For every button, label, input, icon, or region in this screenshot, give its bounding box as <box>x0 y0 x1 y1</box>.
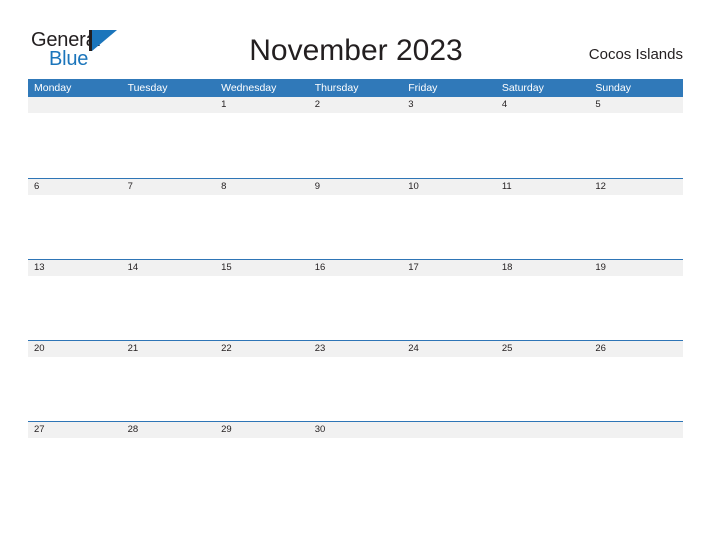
day-cell[interactable] <box>122 97 216 113</box>
day-cell[interactable]: 29 <box>215 422 309 438</box>
day-number-band: 13 14 15 16 17 18 19 <box>28 260 683 276</box>
day-cell[interactable]: 17 <box>402 260 496 276</box>
day-number-band: 20 21 22 23 24 25 26 <box>28 341 683 357</box>
day-cell[interactable]: 2 <box>309 97 403 113</box>
day-cell[interactable]: 10 <box>402 179 496 195</box>
day-cell[interactable] <box>402 422 496 438</box>
week-row: 6 7 8 9 10 11 12 <box>28 178 683 259</box>
day-cell[interactable]: 25 <box>496 341 590 357</box>
day-cell[interactable]: 22 <box>215 341 309 357</box>
calendar-grid: Monday Tuesday Wednesday Thursday Friday… <box>28 79 683 502</box>
day-cell[interactable]: 19 <box>589 260 683 276</box>
day-number-band: 27 28 29 30 <box>28 422 683 438</box>
week-row: 13 14 15 16 17 18 19 <box>28 259 683 340</box>
day-cell[interactable]: 11 <box>496 179 590 195</box>
day-cell[interactable]: 21 <box>122 341 216 357</box>
day-cell[interactable]: 30 <box>309 422 403 438</box>
day-cell[interactable]: 1 <box>215 97 309 113</box>
day-cell[interactable] <box>28 97 122 113</box>
day-cell[interactable]: 20 <box>28 341 122 357</box>
week-row: 20 21 22 23 24 25 26 <box>28 340 683 421</box>
day-number-band: 6 7 8 9 10 11 12 <box>28 179 683 195</box>
region-label: Cocos Islands <box>588 46 683 63</box>
weekday-header-thursday: Thursday <box>314 82 359 94</box>
day-cell[interactable]: 23 <box>309 341 403 357</box>
calendar-page: General Blue November 2023 Cocos Islands… <box>0 0 712 550</box>
weekday-header-monday: Monday <box>34 82 72 94</box>
day-cell[interactable]: 7 <box>122 179 216 195</box>
week-row: 1 2 3 4 5 <box>28 97 683 178</box>
day-cell[interactable]: 18 <box>496 260 590 276</box>
day-cell[interactable]: 14 <box>122 260 216 276</box>
weekday-header-sunday: Sunday <box>595 82 631 94</box>
weekday-header-tuesday: Tuesday <box>127 82 168 94</box>
day-cell[interactable]: 4 <box>496 97 590 113</box>
day-cell[interactable]: 3 <box>402 97 496 113</box>
day-cell[interactable]: 27 <box>28 422 122 438</box>
weekday-header-wednesday: Wednesday <box>221 82 277 94</box>
day-cell[interactable]: 15 <box>215 260 309 276</box>
page-header: General Blue November 2023 Cocos Islands <box>0 0 712 79</box>
day-cell[interactable]: 13 <box>28 260 122 276</box>
day-cell[interactable]: 8 <box>215 179 309 195</box>
day-cell[interactable]: 5 <box>589 97 683 113</box>
weekday-header-row: Monday Tuesday Wednesday Thursday Friday… <box>28 79 683 97</box>
weekday-header-friday: Friday <box>408 82 438 94</box>
week-row: 27 28 29 30 <box>28 421 683 502</box>
weekday-header-saturday: Saturday <box>501 82 544 94</box>
day-cell[interactable]: 26 <box>589 341 683 357</box>
day-cell[interactable]: 24 <box>402 341 496 357</box>
day-cell[interactable]: 16 <box>309 260 403 276</box>
day-cell[interactable]: 9 <box>309 179 403 195</box>
day-number-band: 1 2 3 4 5 <box>28 97 683 113</box>
day-cell[interactable]: 12 <box>589 179 683 195</box>
day-cell[interactable] <box>496 422 590 438</box>
day-cell[interactable] <box>589 422 683 438</box>
day-cell[interactable]: 6 <box>28 179 122 195</box>
day-cell[interactable]: 28 <box>122 422 216 438</box>
